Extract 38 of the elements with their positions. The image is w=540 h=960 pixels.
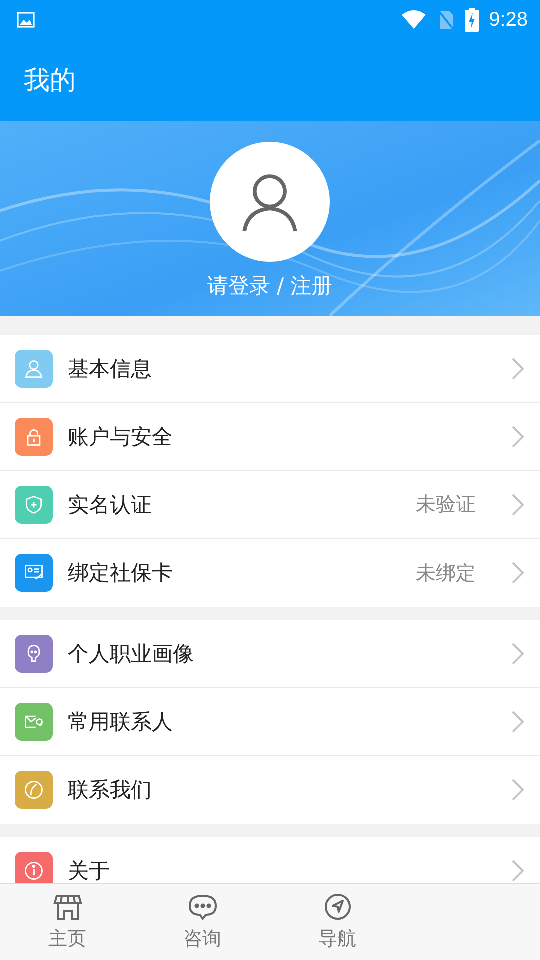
menu-label: 联系我们 [68,777,153,804]
chevron-icon [512,426,524,448]
menu-label: 绑定社保卡 [68,560,174,587]
menu-item[interactable]: 关于 [0,837,540,883]
menu-label: 常用联系人 [68,708,174,736]
menu-item[interactable]: 账户与安全 [0,403,540,471]
menu-item[interactable]: 绑定社保卡 未绑定 [0,539,540,607]
wifi-icon [401,10,428,30]
menu-label: 个人职业画像 [68,640,195,668]
chevron-icon [512,642,524,664]
status-time: 9:28 [489,8,528,32]
chevron-icon [512,710,524,732]
chevron-icon [512,494,524,516]
chevron-icon [512,779,524,801]
nav-tab[interactable]: 主页 [0,884,135,960]
page-title: 我的 [24,65,76,98]
menu-item[interactable]: 实名认证 未验证 [0,471,540,539]
menu-item[interactable]: 个人职业画像 [0,620,540,688]
chevron-icon [512,860,524,882]
menu-label: 实名认证 [68,492,153,518]
menu-item[interactable]: 常用联系人 [0,688,540,756]
no-sim-icon [437,9,456,31]
status-text: 未绑定 [416,560,476,586]
compass-icon [322,892,352,922]
status-text: 未验证 [416,491,476,518]
chevron-icon [512,562,524,584]
store-icon [52,892,82,922]
image-icon [16,10,36,30]
battery-icon [465,8,480,32]
menu-label: 基本信息 [68,356,153,382]
menu-label: 账户与安全 [68,424,174,450]
menu-item[interactable]: 基本信息 [0,335,540,403]
nav-tab[interactable]: 导航 [270,884,405,960]
chat-icon [188,892,218,922]
chevron-icon [512,358,524,380]
nav-tab[interactable]: 咨询 [135,884,270,960]
menu-label: 关于 [68,858,111,883]
menu-item[interactable]: 联系我们 [0,756,540,824]
